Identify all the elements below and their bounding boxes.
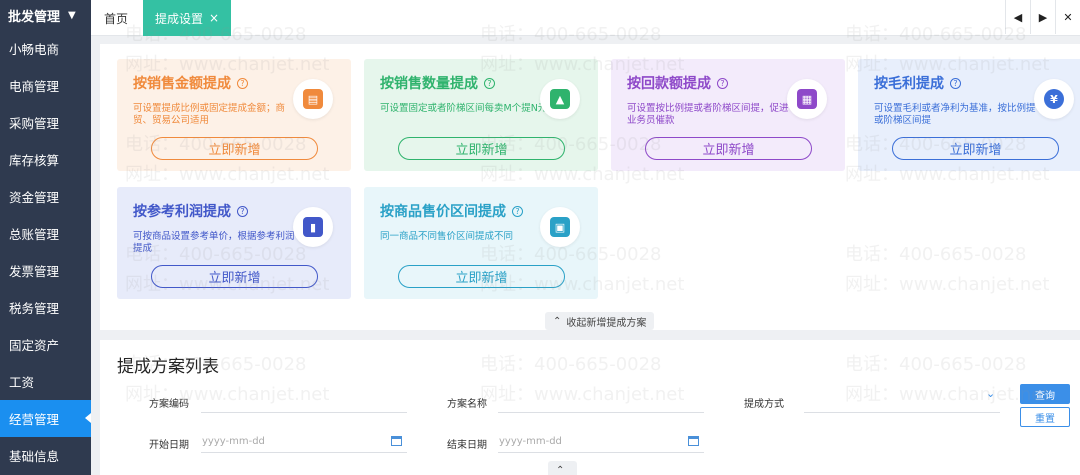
upload-box-icon: ▲ bbox=[540, 79, 580, 119]
caret-down-icon: ▼ bbox=[68, 9, 76, 21]
end-date-input[interactable]: yyyy-mm-dd bbox=[499, 436, 562, 447]
help-icon[interactable]: ? bbox=[237, 77, 248, 89]
arrow-right-icon[interactable]: ▶ bbox=[1030, 0, 1055, 34]
card-title: 按商品售价区间提成 bbox=[380, 204, 506, 220]
sidebar: 批发管理 ▼ 小畅电商 电商管理 采购管理 库存核算 资金管理 总账管理 发票管… bbox=[0, 0, 91, 475]
sidebar-item-tax[interactable]: 税务管理 bbox=[0, 289, 91, 326]
tab-commission-settings[interactable]: 提成设置 × bbox=[143, 0, 231, 36]
end-date-underline bbox=[498, 452, 704, 453]
card-desc: 可设置毛利或者净利为基准，按比例提或阶梯区间提 bbox=[874, 103, 1036, 126]
scheme-name-input[interactable] bbox=[498, 412, 704, 413]
sidebar-item-inventory[interactable]: 库存核算 bbox=[0, 141, 91, 178]
card-gross-profit: 按毛利提成? 可设置毛利或者净利为基准，按比例提或阶梯区间提 ¥ 立即新增 bbox=[858, 59, 1080, 171]
add-button[interactable]: 立即新增 bbox=[151, 265, 318, 288]
card-title: 按参考利润提成 bbox=[133, 204, 231, 220]
main-content: 按销售金额提成? 可设置提成比例或固定提成金额；商贸、贸易公司适用 ▤ 立即新增… bbox=[100, 44, 1080, 475]
card-desc: 可设置固定或者阶梯区间每卖M个提N元 bbox=[380, 103, 548, 114]
list-title: 提成方案列表 bbox=[117, 357, 219, 377]
calendar-icon[interactable] bbox=[391, 436, 402, 446]
calendar-icon: ▦ bbox=[787, 79, 827, 119]
card-price-range: 按商品售价区间提成? 同一商品不同售价区间提成不同 ▣ 立即新增 bbox=[364, 187, 598, 299]
sidebar-item-purchase[interactable]: 采购管理 bbox=[0, 104, 91, 141]
card-sales-quantity: 按销售数量提成? 可设置固定或者阶梯区间每卖M个提N元 ▲ 立即新增 bbox=[364, 59, 598, 171]
tab-home[interactable]: 首页 bbox=[91, 0, 141, 36]
add-button[interactable]: 立即新增 bbox=[398, 265, 565, 288]
card-title: 按销售数量提成 bbox=[380, 76, 478, 92]
add-button[interactable]: 立即新增 bbox=[398, 137, 565, 160]
sidebar-item-fixed-assets[interactable]: 固定资产 bbox=[0, 326, 91, 363]
scheme-name-label: 方案名称 bbox=[447, 399, 487, 410]
add-button[interactable]: 立即新增 bbox=[151, 137, 318, 160]
collapse-more-conditions-button[interactable]: ⌃ bbox=[548, 461, 578, 475]
chevron-down-icon[interactable]: ⌄ bbox=[986, 387, 995, 400]
card-desc: 可按商品设置参考单价，根据参考利润提成 bbox=[133, 231, 295, 254]
help-icon[interactable]: ? bbox=[950, 77, 961, 89]
chevron-up-icon: ⌃ bbox=[553, 315, 562, 327]
start-date-underline bbox=[201, 452, 407, 453]
help-icon[interactable]: ? bbox=[237, 205, 248, 217]
close-icon[interactable]: × bbox=[209, 11, 219, 25]
wallet-icon: ▤ bbox=[293, 79, 333, 119]
sidebar-item-funds[interactable]: 资金管理 bbox=[0, 178, 91, 215]
card-desc: 可设置按比例提或者阶梯区间提，促进业务员催款 bbox=[627, 103, 789, 126]
money-bag-icon: ¥ bbox=[1034, 79, 1074, 119]
card-title: 按回款额提成 bbox=[627, 76, 711, 92]
commission-method-select[interactable] bbox=[804, 412, 1000, 413]
scheme-code-input[interactable] bbox=[201, 412, 407, 413]
card-payment-collection: 按回款额提成? 可设置按比例提或者阶梯区间提，促进业务员催款 ▦ 立即新增 bbox=[611, 59, 845, 171]
tab-nav: ◀ ▶ ✕ bbox=[1005, 0, 1080, 34]
tab-bar: 首页 提成设置 × ◀ ▶ ✕ bbox=[91, 0, 1080, 36]
card-title: 按销售金额提成 bbox=[133, 76, 231, 92]
sidebar-header[interactable]: 批发管理 ▼ bbox=[0, 0, 91, 30]
scheme-code-label: 方案编码 bbox=[149, 399, 189, 410]
help-icon[interactable]: ? bbox=[484, 77, 495, 89]
close-all-icon[interactable]: ✕ bbox=[1055, 0, 1080, 34]
start-date-label: 开始日期 bbox=[149, 440, 189, 451]
add-button[interactable]: 立即新增 bbox=[892, 137, 1059, 160]
reset-button[interactable]: 重置 bbox=[1020, 407, 1070, 427]
calendar-icon[interactable] bbox=[688, 436, 699, 446]
end-date-label: 结束日期 bbox=[447, 440, 487, 451]
help-icon[interactable]: ? bbox=[512, 205, 523, 217]
sidebar-item-operations[interactable]: 经营管理 bbox=[0, 400, 91, 437]
add-button[interactable]: 立即新增 bbox=[645, 137, 812, 160]
chevron-up-icon: ⌃ bbox=[556, 464, 565, 475]
tab-label: 提成设置 bbox=[154, 11, 203, 26]
commission-cards-panel: 按销售金额提成? 可设置提成比例或固定提成金额；商贸、贸易公司适用 ▤ 立即新增… bbox=[100, 44, 1080, 330]
sidebar-item-ecommerce[interactable]: 电商管理 bbox=[0, 67, 91, 104]
sidebar-item-ledger[interactable]: 总账管理 bbox=[0, 215, 91, 252]
card-reference-profit: 按参考利润提成? 可按商品设置参考单价，根据参考利润提成 ▮ 立即新增 bbox=[117, 187, 351, 299]
sidebar-item-invoice[interactable]: 发票管理 bbox=[0, 252, 91, 289]
commission-method-label: 提成方式 bbox=[744, 399, 784, 410]
sidebar-item-salary[interactable]: 工资 bbox=[0, 363, 91, 400]
sidebar-header-label: 批发管理 bbox=[8, 9, 61, 25]
shopping-bag-icon: ▣ bbox=[540, 207, 580, 247]
card-desc: 可设置提成比例或固定提成金额；商贸、贸易公司适用 bbox=[133, 103, 286, 126]
query-button[interactable]: 查询 bbox=[1020, 384, 1070, 404]
chart-coin-icon: ▮ bbox=[293, 207, 333, 247]
arrow-left-icon[interactable]: ◀ bbox=[1005, 0, 1030, 34]
sidebar-item-basic-info[interactable]: 基础信息 bbox=[0, 437, 91, 474]
collapse-new-scheme-button[interactable]: ⌃ 收起新增提成方案 bbox=[545, 312, 655, 330]
card-title: 按毛利提成 bbox=[874, 76, 944, 92]
help-icon[interactable]: ? bbox=[717, 77, 728, 89]
start-date-input[interactable]: yyyy-mm-dd bbox=[202, 436, 265, 447]
sidebar-item-xiaochang-ecommerce[interactable]: 小畅电商 bbox=[0, 30, 91, 67]
scheme-list-panel: 提成方案列表 方案编码 方案名称 提成方式 ⌄ 开始日期 yyyy-mm-dd … bbox=[100, 340, 1080, 475]
card-sales-amount: 按销售金额提成? 可设置提成比例或固定提成金额；商贸、贸易公司适用 ▤ 立即新增 bbox=[117, 59, 351, 171]
card-desc: 同一商品不同售价区间提成不同 bbox=[380, 231, 514, 242]
